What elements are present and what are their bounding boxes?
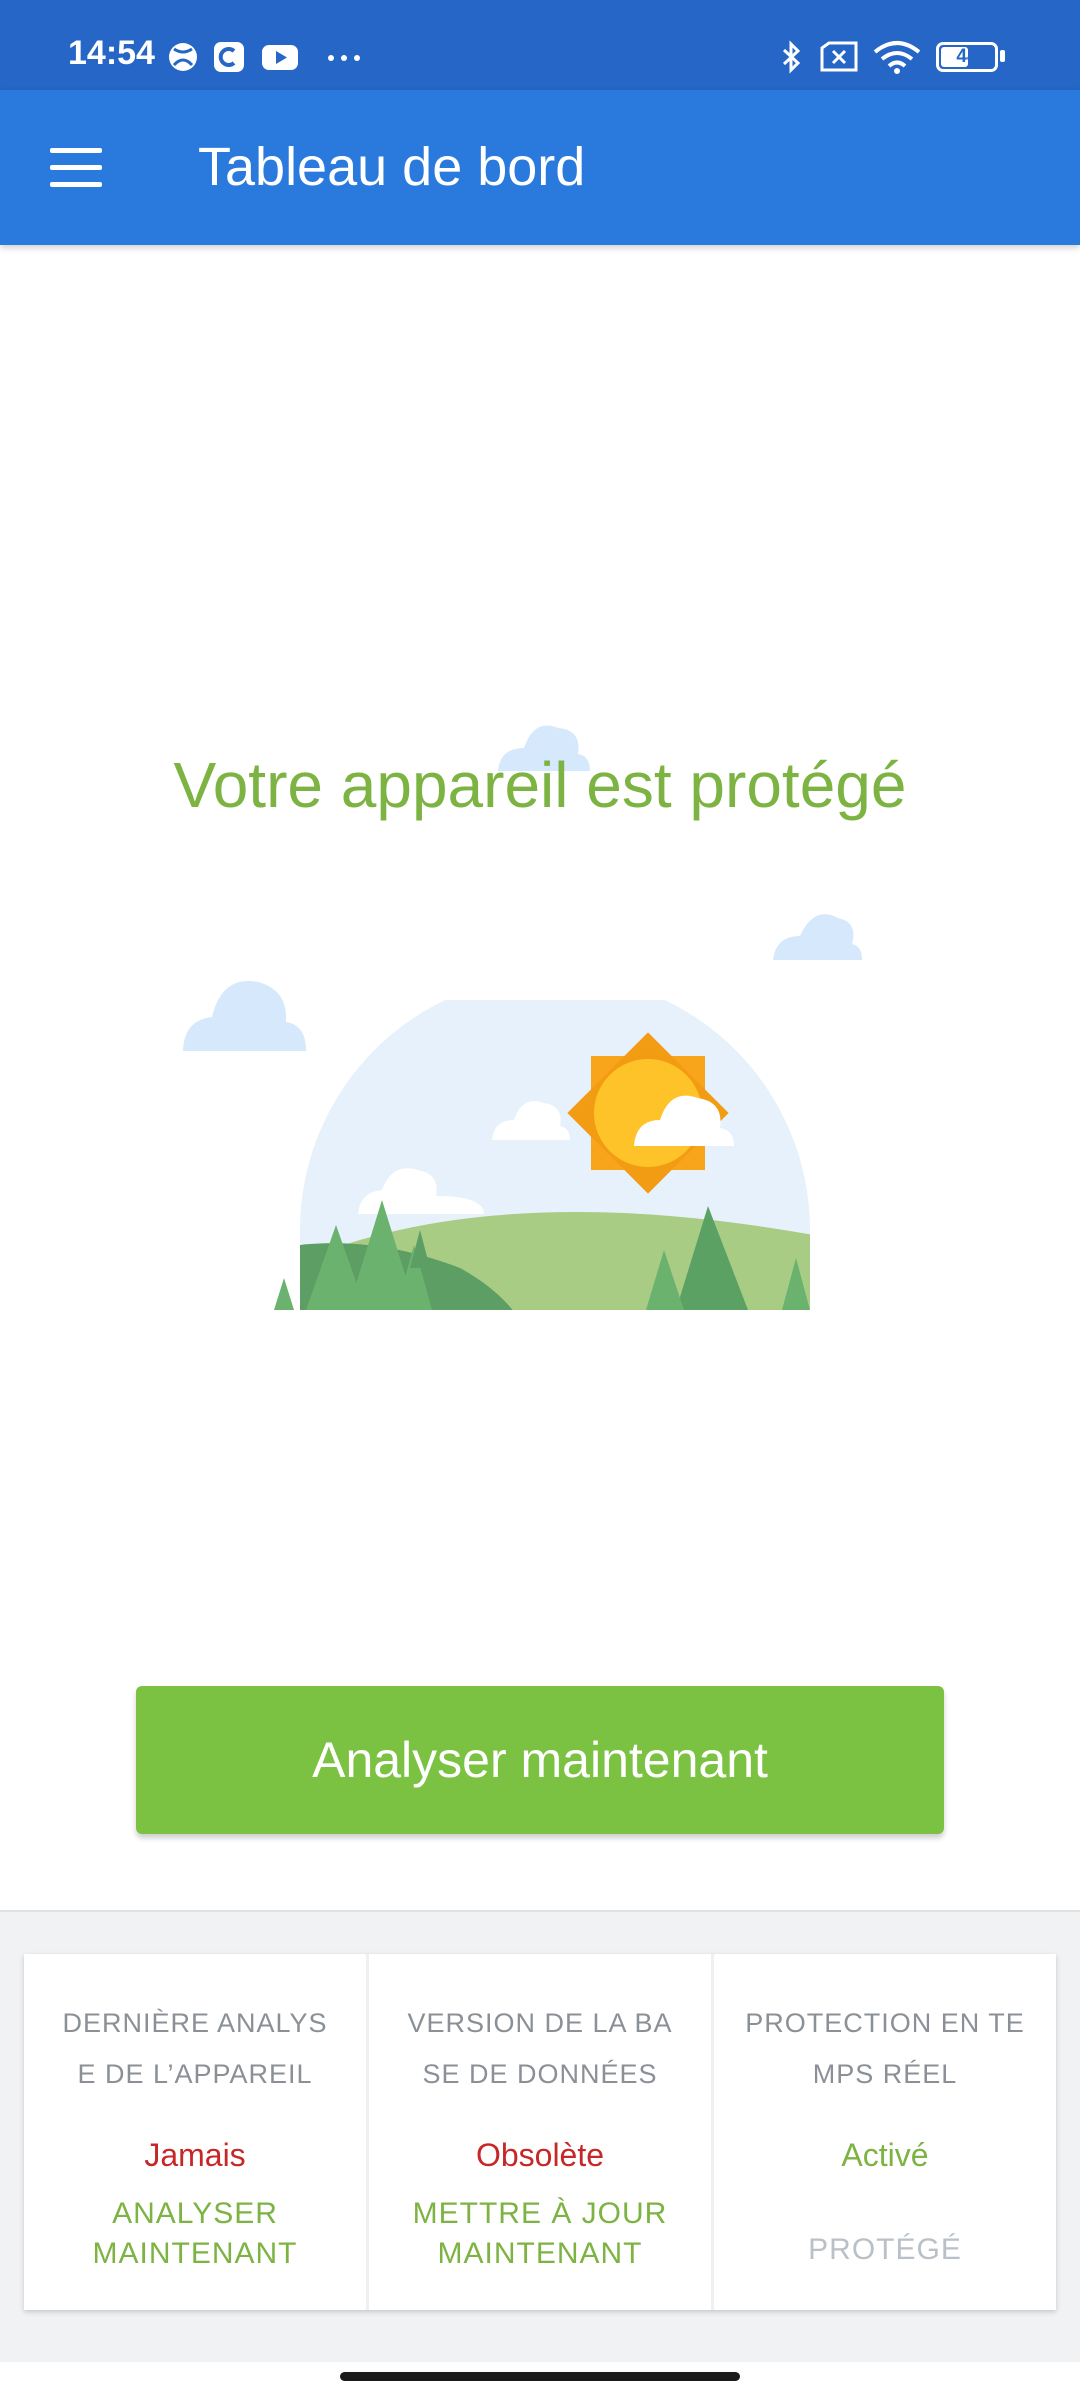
- scan-now-link[interactable]: ANALYSER MAINTENANT: [34, 2194, 356, 2274]
- protection-status-headline: Votre appareil est protégé: [173, 749, 907, 821]
- scan-now-button[interactable]: Analyser maintenant: [136, 1686, 944, 1834]
- database-version-label: VERSION DE LA BASE DE DONNÉES: [407, 2008, 673, 2089]
- chat-app-icon: [214, 42, 244, 72]
- home-indicator[interactable]: [340, 2372, 740, 2381]
- status-cards: DERNIÈRE ANALYSE DE L’APPAREIL Jamais AN…: [24, 1954, 1056, 2310]
- last-scan-label: DERNIÈRE ANALYSE DE L’APPAREIL: [62, 2008, 328, 2089]
- realtime-protection-card: PROTECTION EN TEMPS RÉEL Activé PROTÉGÉ: [714, 1954, 1056, 2310]
- last-scan-card: DERNIÈRE ANALYSE DE L’APPAREIL Jamais AN…: [24, 1954, 369, 2310]
- status-time: 14:54: [68, 34, 155, 72]
- status-bar: 14:54 44: [0, 0, 1080, 90]
- bluetooth-icon: [782, 40, 801, 74]
- page-title: Tableau de bord: [198, 137, 586, 197]
- battery-level: 44: [956, 46, 978, 67]
- app-bar: Tableau de bord: [0, 90, 1080, 245]
- battery-icon: 44: [936, 42, 998, 72]
- database-version-status: Obsolète: [475, 2137, 605, 2173]
- battery-tip: [1000, 50, 1005, 62]
- last-scan-status: Jamais: [144, 2137, 246, 2173]
- no-sim-icon: [820, 41, 858, 72]
- update-now-link[interactable]: METTRE À JOUR MAINTENANT: [379, 2194, 701, 2274]
- database-version-card: VERSION DE LA BASE DE DONNÉES Obsolète M…: [369, 1954, 714, 2310]
- realtime-protection-label: PROTECTION EN TEMPS RÉEL: [745, 2008, 1025, 2089]
- hamburger-menu-icon[interactable]: [50, 148, 104, 188]
- youtube-icon: [262, 45, 298, 70]
- protected-state-label: PROTÉGÉ: [808, 2233, 962, 2266]
- wifi-icon: [873, 41, 921, 74]
- more-dots-icon: [328, 55, 360, 61]
- realtime-protection-status: Activé: [841, 2137, 929, 2173]
- xbox-icon: [169, 43, 197, 71]
